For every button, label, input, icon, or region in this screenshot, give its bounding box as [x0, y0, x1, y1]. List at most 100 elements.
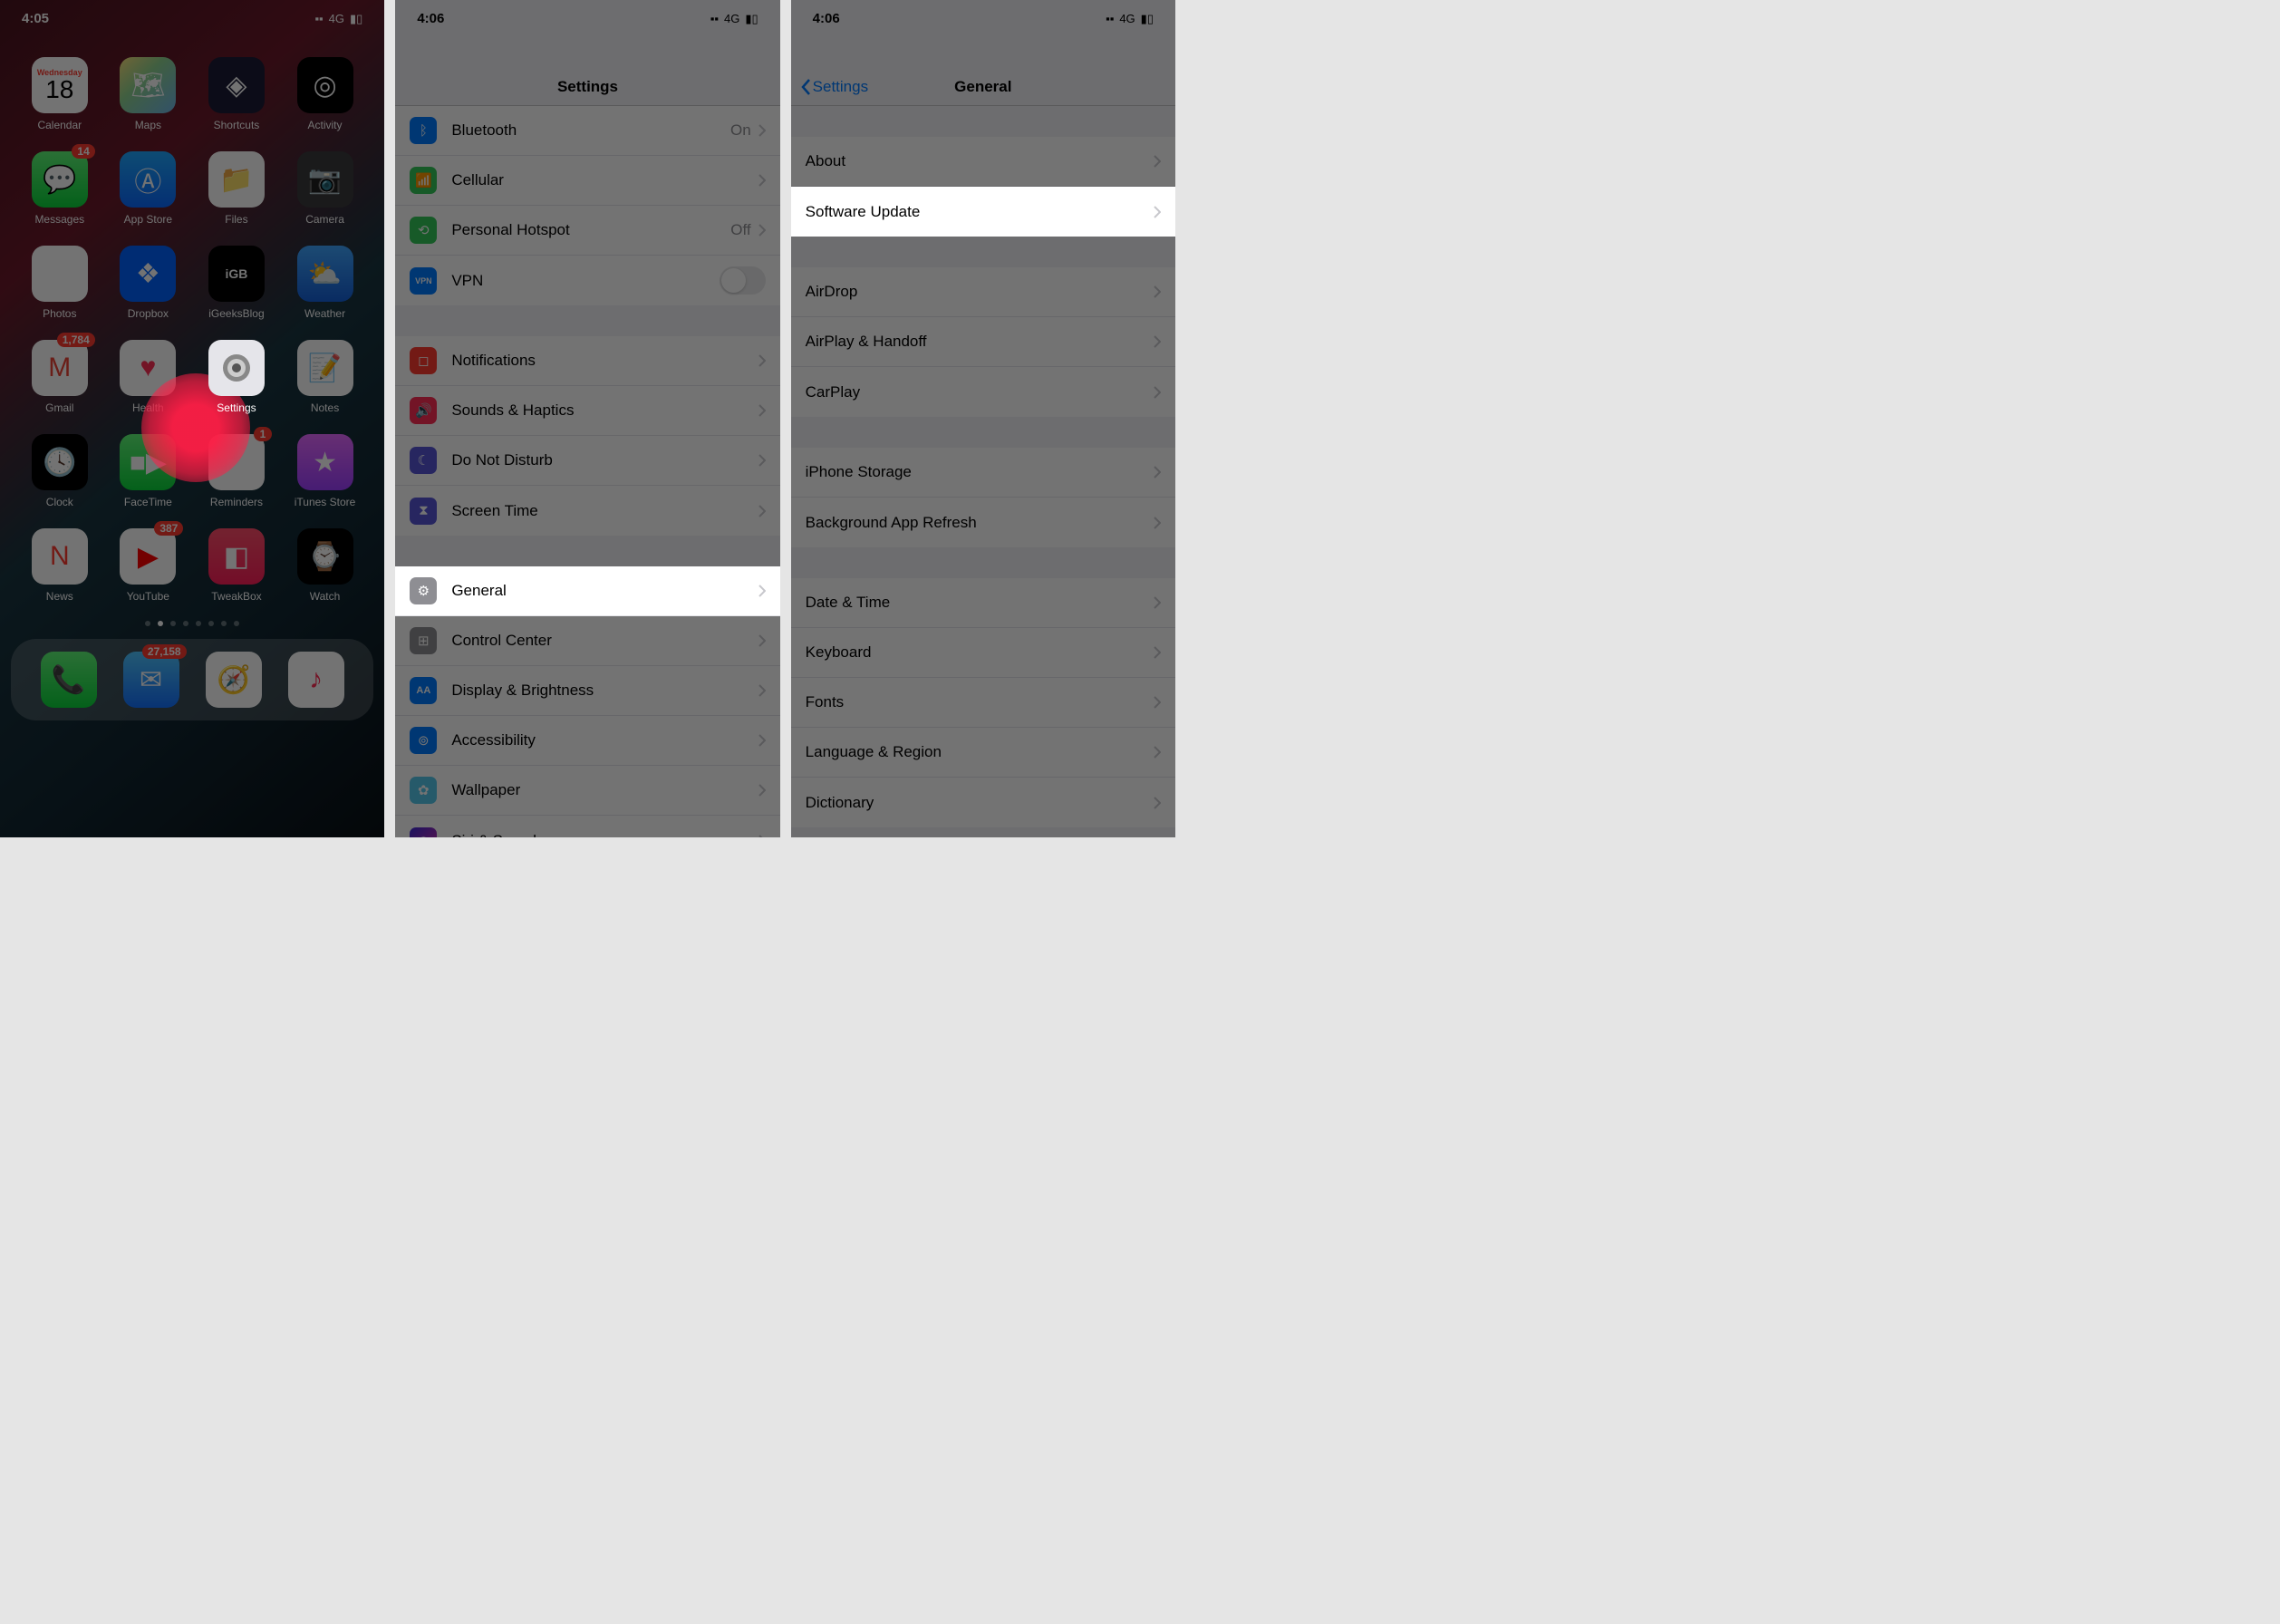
general-section-about: About Software Update — [791, 137, 1175, 237]
row-cellular[interactable]: 📶 Cellular — [395, 156, 779, 206]
row-label: Wallpaper — [451, 781, 758, 799]
files-icon: 📁 — [208, 151, 265, 208]
row-carplay[interactable]: CarPlay — [791, 367, 1175, 417]
itunes-icon: ★ — [297, 434, 353, 490]
dock-safari[interactable]: 🧭 — [206, 652, 262, 708]
general-section-airdrop: AirDrop AirPlay & Handoff CarPlay — [791, 267, 1175, 417]
app-label: Shortcuts — [214, 119, 260, 131]
tweakbox-icon: ◧ — [208, 528, 265, 585]
general-section-storage: iPhone Storage Background App Refresh — [791, 448, 1175, 547]
chevron-icon — [1154, 746, 1161, 759]
dock-mail[interactable]: ✉ 27,158 — [123, 652, 179, 708]
row-airdrop[interactable]: AirDrop — [791, 267, 1175, 317]
row-accessibility[interactable]: ⊚ Accessibility — [395, 716, 779, 766]
row-language[interactable]: Language & Region — [791, 728, 1175, 778]
chevron-icon — [758, 784, 766, 797]
app-gmail[interactable]: M 1,784 Gmail — [20, 340, 100, 414]
row-vpn[interactable]: VPN VPN — [395, 256, 779, 305]
app-camera[interactable]: 📷 Camera — [285, 151, 365, 226]
app-tweakbox[interactable]: ◧ TweakBox — [197, 528, 276, 603]
app-label: iTunes Store — [295, 496, 356, 508]
app-appstore[interactable]: Ⓐ App Store — [109, 151, 188, 226]
chevron-icon — [1154, 155, 1161, 168]
row-label: Background App Refresh — [806, 514, 1154, 532]
app-maps[interactable]: 🗺 Maps — [109, 57, 188, 131]
page-indicator — [0, 621, 384, 626]
row-dnd[interactable]: ☾ Do Not Disturb — [395, 436, 779, 486]
app-messages[interactable]: 💬 14 Messages — [20, 151, 100, 226]
row-bluetooth[interactable]: ᛒ Bluetooth On — [395, 106, 779, 156]
row-airplay[interactable]: AirPlay & Handoff — [791, 317, 1175, 367]
app-settings[interactable]: Settings — [197, 340, 276, 414]
health-icon: ♥ — [120, 340, 176, 396]
status-time: 4:06 — [417, 11, 444, 26]
app-calendar[interactable]: Wednesday 18 Calendar — [20, 57, 100, 131]
watch-icon: ⌚ — [297, 528, 353, 585]
battery-icon: ▮▯ — [350, 12, 362, 26]
status-right: ▪▪ 4G ▮▯ — [314, 12, 362, 26]
row-software-update[interactable]: Software Update — [791, 187, 1175, 237]
app-activity[interactable]: ◎ Activity — [285, 57, 365, 131]
app-health[interactable]: ♥ Health — [109, 340, 188, 414]
row-datetime[interactable]: Date & Time — [791, 578, 1175, 628]
row-notifications[interactable]: ◻ Notifications — [395, 336, 779, 386]
app-watch[interactable]: ⌚ Watch — [285, 528, 365, 603]
notifications-icon: ◻ — [410, 347, 437, 374]
chevron-icon — [758, 454, 766, 467]
app-clock[interactable]: 🕓 Clock — [20, 434, 100, 508]
app-weather[interactable]: ⛅ Weather — [285, 246, 365, 320]
app-label: YouTube — [127, 590, 169, 603]
app-label: Calendar — [37, 119, 82, 131]
app-igeeksblog[interactable]: iGB iGeeksBlog — [197, 246, 276, 320]
row-dictionary[interactable]: Dictionary — [791, 778, 1175, 827]
app-label: App Store — [124, 213, 172, 226]
chevron-icon — [1154, 335, 1161, 348]
app-dropbox[interactable]: ❖ Dropbox — [109, 246, 188, 320]
app-news[interactable]: N News — [20, 528, 100, 603]
general-section-datetime: Date & Time Keyboard Fonts Language & Re… — [791, 578, 1175, 827]
row-wallpaper[interactable]: ✿ Wallpaper — [395, 766, 779, 816]
row-label: Keyboard — [806, 643, 1154, 662]
row-label: Bluetooth — [451, 121, 730, 140]
row-display[interactable]: AA Display & Brightness — [395, 666, 779, 716]
app-label: Settings — [217, 401, 256, 414]
row-label: Dictionary — [806, 794, 1154, 812]
row-screentime[interactable]: ⧗ Screen Time — [395, 486, 779, 536]
chevron-icon — [758, 354, 766, 367]
back-button[interactable]: Settings — [800, 78, 868, 96]
app-youtube[interactable]: ▶ 387 YouTube — [109, 528, 188, 603]
app-reminders[interactable]: ☰ 1 Reminders — [197, 434, 276, 508]
control-center-icon: ⊞ — [410, 627, 437, 654]
row-siri[interactable]: ◉ Siri & Search — [395, 816, 779, 837]
bluetooth-icon: ᛒ — [410, 117, 437, 144]
youtube-icon: ▶ 387 — [120, 528, 176, 585]
vpn-toggle[interactable] — [720, 266, 766, 295]
row-storage[interactable]: iPhone Storage — [791, 448, 1175, 498]
row-hotspot[interactable]: ⟲ Personal Hotspot Off — [395, 206, 779, 256]
back-label: Settings — [813, 78, 868, 96]
app-shortcuts[interactable]: ◈ Shortcuts — [197, 57, 276, 131]
row-general[interactable]: ⚙ General — [395, 566, 779, 616]
row-about[interactable]: About — [791, 137, 1175, 187]
app-label: Clock — [46, 496, 73, 508]
row-sounds[interactable]: 🔊 Sounds & Haptics — [395, 386, 779, 436]
app-itunes-store[interactable]: ★ iTunes Store — [285, 434, 365, 508]
app-facetime[interactable]: ■▶ FaceTime — [109, 434, 188, 508]
row-fonts[interactable]: Fonts — [791, 678, 1175, 728]
app-notes[interactable]: 📝 Notes — [285, 340, 365, 414]
nav-bar: Settings — [395, 26, 779, 106]
app-files[interactable]: 📁 Files — [197, 151, 276, 226]
row-control-center[interactable]: ⊞ Control Center — [395, 616, 779, 666]
gmail-icon: M 1,784 — [32, 340, 88, 396]
chevron-icon — [758, 404, 766, 417]
app-label: Dropbox — [128, 307, 169, 320]
music-icon: ♪ — [288, 652, 344, 708]
row-background-refresh[interactable]: Background App Refresh — [791, 498, 1175, 547]
app-photos[interactable]: ✿ Photos — [20, 246, 100, 320]
nav-title: General — [954, 78, 1011, 96]
row-keyboard[interactable]: Keyboard — [791, 628, 1175, 678]
dock-music[interactable]: ♪ — [288, 652, 344, 708]
status-bar: 4:06 ▪▪ 4G ▮▯ — [791, 0, 1175, 26]
row-label: Accessibility — [451, 731, 758, 749]
dock-phone[interactable]: 📞 — [41, 652, 97, 708]
